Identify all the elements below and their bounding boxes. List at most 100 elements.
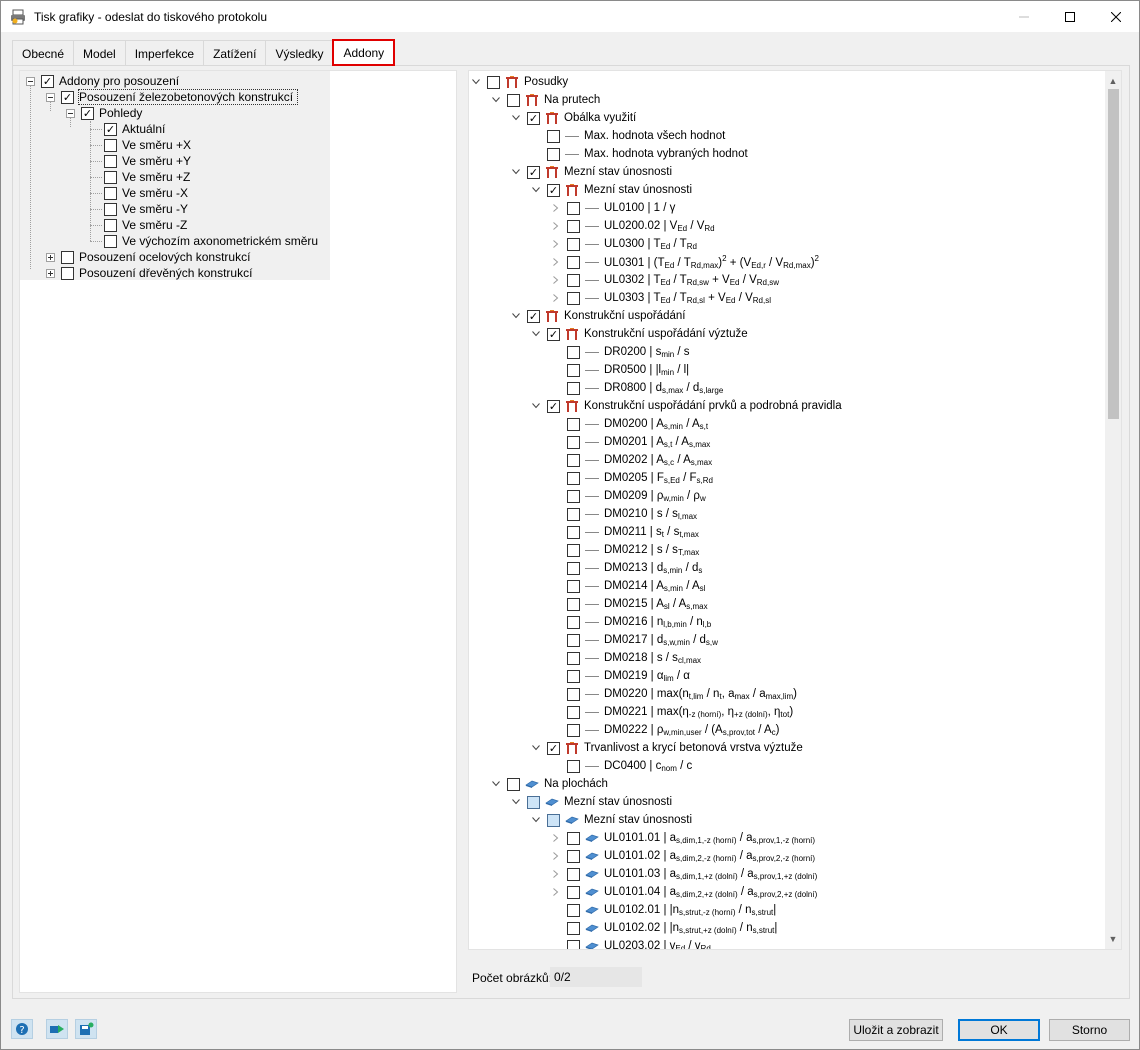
checkbox[interactable] (567, 687, 580, 701)
tree-item-view-minus-x[interactable]: Ve směru -X (104, 185, 188, 201)
tree-item-dc-check[interactable]: DC0400 | cnom / c (567, 757, 692, 775)
design-checks-tree[interactable]: Posudky Na prutech Obálka využití Max. h… (468, 70, 1122, 950)
tree-item-timber-design[interactable]: Posouzení dřevěných konstrukcí (46, 265, 252, 281)
tree-item-ulp-check[interactable]: UL0101.03 | as,dim,1,+z (dolní) / as,pro… (551, 865, 817, 883)
chevron-right-icon[interactable] (551, 829, 561, 847)
tree-item-view-plus-z[interactable]: Ve směru +Z (104, 169, 190, 185)
tree-item-max-selected[interactable]: Max. hodnota vybraných hodnot (547, 145, 748, 163)
chevron-right-icon[interactable] (551, 217, 561, 235)
tree-item-dr-check[interactable]: DR0800 | ds,max / ds,large (567, 379, 723, 397)
tree-item-ul-check[interactable]: UL0300 | TEd / TRd (551, 235, 697, 253)
checkbox[interactable] (567, 363, 580, 377)
collapse-toggle[interactable] (26, 76, 35, 86)
tree-item-dm-check[interactable]: DM0211 | st / st,max (567, 523, 699, 541)
collapse-toggle[interactable] (46, 92, 55, 102)
save-and-show-button[interactable]: Uložit a zobrazit (849, 1019, 943, 1041)
tree-item-ulp-check[interactable]: UL0101.04 | as,dim,2,+z (dolní) / as,pro… (551, 883, 817, 901)
chevron-down-icon[interactable] (511, 109, 521, 127)
tree-item-dm-check[interactable]: DM0212 | s / sT,max (567, 541, 699, 559)
checkbox[interactable] (567, 417, 580, 431)
checkbox[interactable] (567, 669, 580, 683)
checkbox[interactable] (567, 921, 580, 935)
checkbox[interactable] (547, 183, 560, 197)
checkbox[interactable] (567, 759, 580, 773)
checkbox[interactable] (527, 309, 540, 323)
tab-addony[interactable]: Addony (332, 39, 396, 66)
tree-item-view-plus-x[interactable]: Ve směru +X (104, 137, 191, 153)
tree-item-dm-check[interactable]: DM0205 | Fs,Ed / Fs,Rd (567, 469, 713, 487)
chevron-down-icon[interactable] (531, 181, 541, 199)
tree-item-msu-p-group[interactable]: Mezní stav únosnosti (511, 793, 672, 811)
checkbox[interactable] (61, 250, 74, 264)
checkbox[interactable] (41, 74, 54, 88)
checkbox[interactable] (567, 453, 580, 467)
chevron-right-icon[interactable] (551, 253, 561, 271)
checkbox[interactable] (527, 795, 540, 809)
tree-item-dm-check[interactable]: DM0214 | As,min / Asl (567, 577, 705, 595)
checkbox[interactable] (567, 219, 580, 233)
chevron-right-icon[interactable] (551, 271, 561, 289)
chevron-down-icon[interactable] (491, 91, 501, 109)
checkbox[interactable] (547, 813, 560, 827)
tree-item-dr-check[interactable]: DR0200 | smin / s (567, 343, 690, 361)
chevron-down-icon[interactable] (531, 325, 541, 343)
checkbox[interactable] (104, 186, 117, 200)
tree-item-view-plus-y[interactable]: Ve směru +Y (104, 153, 191, 169)
tree-item-msu-p[interactable]: Mezní stav únosnosti (531, 811, 692, 829)
scroll-up-icon[interactable]: ▲ (1105, 73, 1121, 89)
tree-item-kuv[interactable]: Konstrukční uspořádání výztuže (531, 325, 748, 343)
tree-item-ku[interactable]: Konstrukční uspořádání (511, 307, 685, 325)
checkbox[interactable] (567, 507, 580, 521)
tree-item-kup[interactable]: Konstrukční uspořádání prvků a podrobná … (531, 397, 842, 415)
checkbox[interactable] (567, 705, 580, 719)
checkbox[interactable] (567, 903, 580, 917)
chevron-down-icon[interactable] (531, 397, 541, 415)
tree-item-view-axonometric[interactable]: Ve výchozím axonometrickém směru (104, 233, 318, 249)
checkbox[interactable] (104, 234, 117, 248)
tree-item-dm-check[interactable]: DM0222 | ρw,min,user / (As,prov,tot / Ac… (567, 721, 780, 739)
tree-item-na-plochach[interactable]: Na plochách (491, 775, 608, 793)
units-button[interactable] (46, 1019, 68, 1039)
checkbox[interactable] (567, 471, 580, 485)
checkbox[interactable] (81, 106, 94, 120)
checkbox[interactable] (567, 543, 580, 557)
tree-item-na-prutech[interactable]: Na prutech (491, 91, 600, 109)
help-button[interactable]: ? (11, 1019, 33, 1039)
tree-item-ul-check[interactable]: UL0301 | (TEd / TRd,max)2 + (VEd,r / VRd… (551, 253, 819, 271)
checkbox[interactable] (567, 849, 580, 863)
tree-item-views[interactable]: Pohledy (66, 105, 142, 121)
checkbox[interactable] (567, 885, 580, 899)
chevron-right-icon[interactable] (551, 235, 561, 253)
tree-item-steel-design[interactable]: Posouzení ocelových konstrukcí (46, 249, 250, 265)
tree-item-msu-group[interactable]: Mezní stav únosnosti (511, 163, 672, 181)
tree-item-view-current[interactable]: Aktuální (104, 121, 165, 137)
chevron-right-icon[interactable] (551, 883, 561, 901)
chevron-down-icon[interactable] (471, 73, 481, 91)
tree-item-ul-check[interactable]: UL0200.02 | VEd / VRd (551, 217, 715, 235)
checkbox[interactable] (547, 129, 560, 143)
tree-item-addony[interactable]: Addony pro posouzení (26, 73, 179, 89)
checkbox[interactable] (567, 201, 580, 215)
tree-item-dm-check[interactable]: DM0200 | As,min / As,t (567, 415, 708, 433)
checkbox[interactable] (567, 939, 580, 949)
checkbox[interactable] (104, 122, 117, 136)
tree-item-ulp-check[interactable]: UL0101.01 | as,dim,1,-z (horní) / as,pro… (551, 829, 815, 847)
checkbox[interactable] (567, 435, 580, 449)
tree-item-dm-check[interactable]: DM0201 | As,t / As,max (567, 433, 710, 451)
checkbox[interactable] (567, 831, 580, 845)
checkbox[interactable] (104, 154, 117, 168)
checkbox[interactable] (104, 202, 117, 216)
tree-item-dm-check[interactable]: DM0221 | max(η-z (horní), η+z (dolní), η… (567, 703, 793, 721)
checkbox[interactable] (507, 777, 520, 791)
checkbox[interactable] (507, 93, 520, 107)
checkbox[interactable] (567, 381, 580, 395)
tree-item-msu[interactable]: Mezní stav únosnosti (531, 181, 692, 199)
cancel-button[interactable]: Storno (1049, 1019, 1130, 1041)
tree-item-ulp-check[interactable]: UL0101.02 | as,dim,2,-z (horní) / as,pro… (551, 847, 815, 865)
tree-item-dm-check[interactable]: DM0210 | s / sl,max (567, 505, 697, 523)
ok-button[interactable]: OK (958, 1019, 1040, 1041)
tree-item-ul-check[interactable]: UL0100 | 1 / γ (551, 199, 675, 217)
tree-item-dm-check[interactable]: DM0215 | Asl / As,max (567, 595, 708, 613)
checkbox[interactable] (104, 218, 117, 232)
tree-item-max-all[interactable]: Max. hodnota všech hodnot (547, 127, 725, 145)
